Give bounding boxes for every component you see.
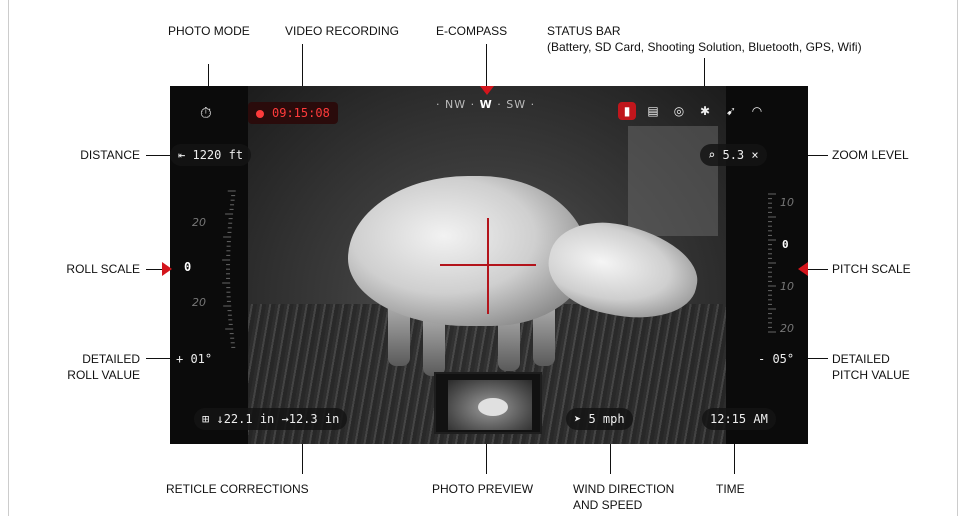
compass-left: · NW · xyxy=(436,98,476,111)
leader-detailed-roll xyxy=(146,358,170,359)
recording-time: 09:15:08 xyxy=(272,106,330,120)
e-compass: · NW · W · SW · xyxy=(436,98,535,111)
shooting-solution-icon: ◎ xyxy=(673,104,685,118)
callout-status-bar-detail: (Battery, SD Card, Shooting Solution, Bl… xyxy=(547,40,862,54)
leader-wind xyxy=(610,444,611,474)
callout-wind-2: AND SPEED xyxy=(573,498,643,512)
callout-detailed-pitch-2: PITCH VALUE xyxy=(832,368,910,382)
leader-status-bar xyxy=(704,58,705,88)
compass-marker-icon xyxy=(480,86,494,95)
callout-e-compass: E-COMPASS xyxy=(436,24,508,38)
leader-video-recording xyxy=(302,44,303,88)
leader-e-compass xyxy=(486,44,487,88)
roll-scale-arc xyxy=(222,190,236,348)
leader-photo-mode xyxy=(208,64,209,88)
scope-screen: ⏱ 09:15:08 · NW · W · SW · ▮ ▤ ◎ ✱ ➹ ◠ ⇤… xyxy=(170,86,808,444)
leader-distance xyxy=(146,155,170,156)
callout-roll-scale: ROLL SCALE xyxy=(66,262,140,276)
status-bar: ▮ ▤ ◎ ✱ ➹ ◠ xyxy=(618,102,766,120)
leader-reticle-corrections xyxy=(302,444,303,474)
reticle-corrections-readout: ⊞ ↓22.1 in →12.3 in xyxy=(194,408,348,430)
leader-detailed-pitch xyxy=(808,358,828,359)
rangefinder-icon: ⇤ xyxy=(178,148,186,162)
sd-card-icon: ▤ xyxy=(647,104,659,118)
callout-photo-preview: PHOTO PREVIEW xyxy=(432,482,534,496)
zoom-readout[interactable]: ⌕ 5.3 × xyxy=(700,144,767,166)
detailed-roll-value: + 01° xyxy=(176,352,213,366)
detailed-pitch-value: - 05° xyxy=(758,352,795,366)
leader-pitch-scale xyxy=(808,269,828,270)
reticle-icon: ⊞ xyxy=(202,412,210,426)
callout-photo-mode: PHOTO MODE xyxy=(168,24,250,38)
callout-detailed-roll-2: ROLL VALUE xyxy=(67,368,140,382)
wind-arrow-icon: ➤ xyxy=(574,412,582,426)
roll-scale-label-lower: 20 xyxy=(192,296,206,309)
leader-photo-preview xyxy=(486,444,487,474)
roll-scale-label-upper: 20 xyxy=(192,216,206,229)
compass-heading: W xyxy=(479,98,493,111)
leader-time xyxy=(734,444,735,474)
callout-zoom-level: ZOOM LEVEL xyxy=(832,148,909,162)
callout-distance: DISTANCE xyxy=(80,148,140,162)
timer-icon[interactable]: ⏱ xyxy=(200,104,212,122)
bluetooth-icon: ✱ xyxy=(699,104,711,118)
pitch-label-10-lower: 10 xyxy=(780,280,794,293)
pitch-marker-icon xyxy=(798,262,808,276)
distance-readout: ⇤ 1220 ft xyxy=(170,144,252,166)
reticle-vertical xyxy=(487,218,489,314)
photo-preview-subject xyxy=(478,398,508,416)
magnifier-icon: ⌕ xyxy=(708,148,716,162)
wifi-icon: ◠ xyxy=(751,104,763,118)
wind-readout: ➤ 5 mph xyxy=(566,408,633,430)
wind-value: 5 mph xyxy=(588,412,625,426)
leader-zoom-level xyxy=(808,155,828,156)
roll-value: 0 xyxy=(184,260,192,274)
time-value: 12:15 AM xyxy=(710,412,768,426)
compass-right: · SW · xyxy=(497,98,536,111)
pitch-label-20: 20 xyxy=(780,322,794,335)
photo-preview-image xyxy=(448,380,532,430)
video-recording-indicator: 09:15:08 xyxy=(248,102,338,124)
callout-detailed-roll-1: DETAILED xyxy=(82,352,140,366)
callout-video-recording: VIDEO RECORDING xyxy=(285,24,400,38)
callout-status-bar: STATUS BAR xyxy=(547,24,621,38)
background-structure xyxy=(628,126,718,236)
zoom-value: 5.3 × xyxy=(722,148,759,162)
reticle-corrections-value: ↓22.1 in →12.3 in xyxy=(216,412,340,426)
pitch-label-10-upper: 10 xyxy=(780,196,794,209)
distance-value: 1220 ft xyxy=(192,148,244,162)
roll-marker-icon xyxy=(162,262,172,276)
battery-icon: ▮ xyxy=(618,102,636,120)
time-readout: 12:15 AM xyxy=(702,408,776,430)
callout-wind-1: WIND DIRECTION xyxy=(573,482,675,496)
callout-reticle-corrections: RETICLE CORRECTIONS xyxy=(166,482,309,496)
gps-icon: ➹ xyxy=(725,104,737,118)
callout-detailed-pitch-1: DETAILED xyxy=(832,352,890,366)
photo-preview[interactable] xyxy=(434,372,542,434)
pitch-label-0: 0 xyxy=(782,238,789,251)
callout-time: TIME xyxy=(716,482,745,496)
record-dot-icon xyxy=(256,109,264,118)
callout-pitch-scale: PITCH SCALE xyxy=(832,262,911,276)
